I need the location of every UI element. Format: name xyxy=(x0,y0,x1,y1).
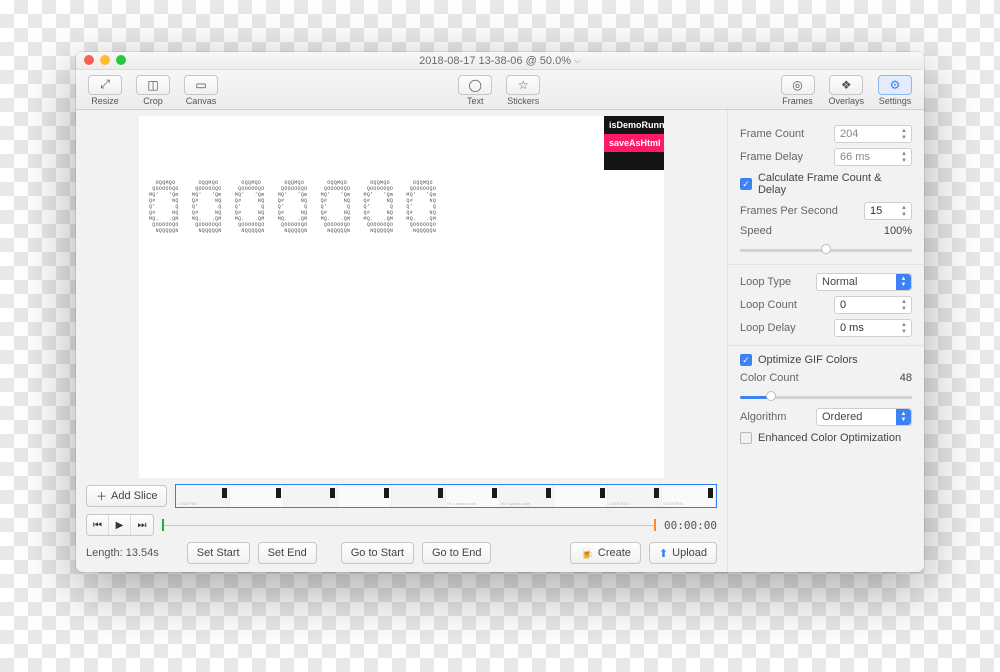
settings-pane: Frame Count 204 ▲▼ Frame Delay 66 ms ▲▼ … xyxy=(728,110,924,572)
enhanced-checkbox[interactable] xyxy=(740,432,752,444)
gear-icon: ⚙ xyxy=(890,78,901,92)
text-icon: ◯ xyxy=(469,78,482,92)
toolbar: ⤢ Resize ◫ Crop ▭ Canvas ◯ Text ☆ Sticke… xyxy=(76,70,924,110)
loop-count-field[interactable]: 0 ▲▼ xyxy=(834,296,912,314)
stepper-icon[interactable]: ▲▼ xyxy=(898,127,910,141)
frame-count-field[interactable]: 204 ▲▼ xyxy=(834,125,912,143)
titlebar[interactable]: 2018-08-17 13-38-06 @ 50.0% ⌵ xyxy=(76,52,924,70)
star-icon: ☆ xyxy=(518,78,529,92)
frame-count-label: Frame Count xyxy=(740,128,804,140)
fps-label: Frames Per Second xyxy=(740,205,838,217)
timeline-frame[interactable] xyxy=(392,485,446,507)
next-frame-button[interactable]: ⏭ xyxy=(131,515,153,535)
speed-slider[interactable] xyxy=(740,242,912,256)
loop-delay-field[interactable]: 0 ms ▲▼ xyxy=(834,319,912,337)
settings-button[interactable]: ⚙ Settings xyxy=(874,73,916,107)
algorithm-select[interactable]: Ordered ▲▼ xyxy=(816,408,912,426)
playhead-end[interactable] xyxy=(654,519,656,531)
set-start-button[interactable]: Set Start xyxy=(187,542,250,564)
stickers-button[interactable]: ☆ Stickers xyxy=(502,73,544,107)
canvas-icon: ▭ xyxy=(195,78,206,92)
frames-timeline[interactable]: CODEPEN Hi, I speak codeHi, I speak code C… xyxy=(175,484,717,508)
go-to-end-button[interactable]: Go to End xyxy=(422,542,492,564)
add-slice-button[interactable]: ＋ Add Slice xyxy=(86,485,167,507)
stepper-icon[interactable]: ▲▼ xyxy=(898,321,910,335)
stepper-icon[interactable]: ▲▼ xyxy=(898,298,910,312)
timeline-frame[interactable] xyxy=(338,485,392,507)
length-label: Length: 13.54s xyxy=(86,547,159,559)
timecode: 00:00:00 xyxy=(664,519,717,532)
color-slider[interactable] xyxy=(740,389,912,403)
zoom-icon[interactable] xyxy=(116,55,126,65)
frames-icon: ◎ xyxy=(792,78,802,92)
speed-label: Speed xyxy=(740,225,772,237)
playhead-start[interactable] xyxy=(162,519,164,531)
loop-count-label: Loop Count xyxy=(740,299,797,311)
crop-icon: ◫ xyxy=(147,78,158,92)
timeline-frame[interactable] xyxy=(284,485,338,507)
frame-delay-label: Frame Delay xyxy=(740,151,803,163)
minimize-icon[interactable] xyxy=(100,55,110,65)
play-button[interactable]: ▶ xyxy=(109,515,131,535)
canvas-button[interactable]: ▭ Canvas xyxy=(180,73,222,107)
enhanced-label: Enhanced Color Optimization xyxy=(758,432,901,444)
badge-isdemorunning: isDemoRunn xyxy=(604,116,664,134)
timeline-frame[interactable]: CODEPEN xyxy=(176,485,230,507)
ascii-art: OQQMQO OQQMQO OQQMQO OQQMQO OQQMQO OQQMQ… xyxy=(149,180,659,240)
resize-button[interactable]: ⤢ Resize xyxy=(84,73,126,107)
chevron-down-icon[interactable]: ⌵ xyxy=(574,55,581,66)
select-arrows-icon: ▲▼ xyxy=(896,409,911,425)
frames-button[interactable]: ◎ Frames xyxy=(777,73,819,107)
crop-button[interactable]: ◫ Crop xyxy=(132,73,174,107)
algorithm-label: Algorithm xyxy=(740,411,786,423)
scrub-bar[interactable] xyxy=(162,515,656,535)
app-window: 2018-08-17 13-38-06 @ 50.0% ⌵ ⤢ Resize ◫… xyxy=(76,52,924,572)
calc-label: Calculate Frame Count & Delay xyxy=(758,172,912,196)
go-to-start-button[interactable]: Go to Start xyxy=(341,542,414,564)
color-count-label: Color Count xyxy=(740,372,799,384)
calc-checkbox[interactable]: ✓ xyxy=(740,178,752,190)
optimize-checkbox[interactable]: ✓ xyxy=(740,354,752,366)
speed-value: 100% xyxy=(884,225,912,237)
playback-controls: ⏮ ▶ ⏭ xyxy=(86,514,154,536)
timeline-frame[interactable]: CODEPEN xyxy=(608,485,662,507)
optimize-label: Optimize GIF Colors xyxy=(758,354,858,366)
loop-type-label: Loop Type xyxy=(740,276,791,288)
loop-type-select[interactable]: Normal ▲▼ xyxy=(816,273,912,291)
upload-icon: ⬆ xyxy=(659,547,668,560)
traffic-lights[interactable] xyxy=(84,55,126,65)
color-count-value: 48 xyxy=(900,372,912,384)
window-title: 2018-08-17 13-38-06 @ 50.0% xyxy=(419,55,571,67)
upload-button[interactable]: ⬆ Upload xyxy=(649,542,717,564)
layers-icon: ❖ xyxy=(841,78,852,92)
fps-field[interactable]: 15 ▲▼ xyxy=(864,202,912,220)
loop-delay-label: Loop Delay xyxy=(740,322,796,334)
prev-frame-button[interactable]: ⏮ xyxy=(87,515,109,535)
plus-icon: ＋ xyxy=(96,488,107,504)
set-end-button[interactable]: Set End xyxy=(258,542,317,564)
preview-canvas[interactable]: isDemoRunn saveAsHtml OQQMQO OQQMQO OQQM… xyxy=(139,116,664,478)
timeline-frame[interactable]: Hi, I speak code xyxy=(446,485,500,507)
badge-saveashtml: saveAsHtml xyxy=(604,134,664,152)
timeline-frame[interactable] xyxy=(230,485,284,507)
overlay-badges: isDemoRunn saveAsHtml xyxy=(604,116,664,170)
stepper-icon[interactable]: ▲▼ xyxy=(898,150,910,164)
beer-icon: 🍺 xyxy=(580,547,594,560)
create-button[interactable]: 🍺 Create xyxy=(570,542,641,564)
overlays-button[interactable]: ❖ Overlays xyxy=(825,73,869,107)
timeline-frame[interactable] xyxy=(554,485,608,507)
timeline-frame[interactable]: CODEPEN xyxy=(662,485,716,507)
editor-pane: isDemoRunn saveAsHtml OQQMQO OQQMQO OQQM… xyxy=(76,110,728,572)
frame-delay-field[interactable]: 66 ms ▲▼ xyxy=(834,148,912,166)
close-icon[interactable] xyxy=(84,55,94,65)
resize-icon: ⤢ xyxy=(100,77,110,92)
timeline-frame[interactable]: Hi, I speak code xyxy=(500,485,554,507)
stepper-icon[interactable]: ▲▼ xyxy=(898,204,910,218)
text-button[interactable]: ◯ Text xyxy=(454,73,496,107)
select-arrows-icon: ▲▼ xyxy=(896,274,911,290)
